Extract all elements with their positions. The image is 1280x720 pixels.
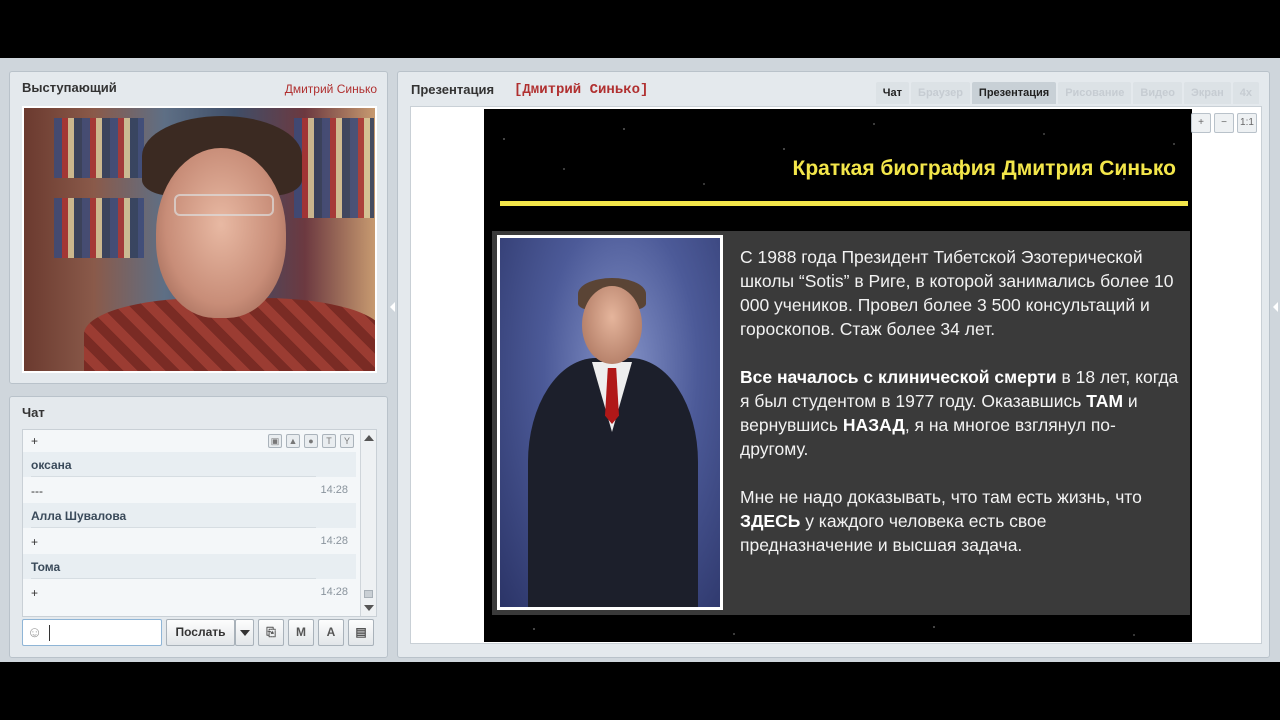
speaker-video[interactable] xyxy=(22,106,377,373)
chat-message-list[interactable]: ▣ ▲ ● T Y + оксана --- 14:28 Алла Шувало… xyxy=(22,429,377,617)
tab-video[interactable]: Видео xyxy=(1133,82,1182,104)
divider xyxy=(31,578,316,579)
chat-message-time: 14:28 xyxy=(320,535,348,547)
video-bookshelf xyxy=(54,118,144,178)
slide: Краткая биография Дмитрия Синько С 1988 … xyxy=(484,109,1192,642)
smiley-icon[interactable]: ☺ xyxy=(27,624,42,641)
zoom-out-icon[interactable]: − xyxy=(1214,113,1234,133)
speaker-name[interactable]: Дмитрий Синько xyxy=(285,82,377,96)
send-button[interactable]: Послать xyxy=(166,619,235,646)
collapse-left-handle[interactable] xyxy=(389,298,396,358)
chat-message-text: + xyxy=(31,586,39,600)
zoom-toolbar: + − 1:1 xyxy=(1191,113,1257,133)
slide-title-underline xyxy=(500,201,1188,206)
slide-paragraph-3: Мне не надо доказывать, что там есть жиз… xyxy=(740,485,1180,557)
chat-message-time: 14:28 xyxy=(320,484,348,496)
format-m-button[interactable]: M xyxy=(288,619,314,646)
chat-message-text: + xyxy=(31,535,39,549)
slide-paragraph-1: С 1988 года Президент Тибетской Эзотерич… xyxy=(740,247,1174,339)
chat-message-author: Алла Шувалова xyxy=(31,509,352,523)
tab-4x[interactable]: 4x xyxy=(1232,82,1259,104)
chat-scrollbar[interactable] xyxy=(360,430,376,616)
attach-icon[interactable]: ⎘ xyxy=(258,619,284,646)
video-person-glasses xyxy=(174,194,274,216)
presentation-title: Презентация xyxy=(411,82,495,97)
chat-message-input[interactable]: ☺ xyxy=(22,619,162,646)
presentation-panel: Презентация [Дмитрий Синько] Чат Браузер… xyxy=(397,71,1270,658)
tab-browser[interactable]: Браузер xyxy=(911,82,970,104)
chat-author-name[interactable]: оксана xyxy=(31,458,72,472)
photo-head xyxy=(582,286,642,364)
divider xyxy=(31,527,316,528)
tab-drawing[interactable]: Рисование xyxy=(1058,82,1132,104)
mode-tabs: Чат Браузер Презентация Рисование Видео … xyxy=(875,82,1259,104)
slide-text-span: Мне не надо доказывать, что там есть жиз… xyxy=(740,487,1142,507)
chat-author-name[interactable]: Тома xyxy=(31,560,60,574)
scroll-thumb[interactable] xyxy=(364,590,373,598)
zoom-in-icon[interactable]: + xyxy=(1191,113,1211,133)
chat-panel: Чат ▣ ▲ ● T Y + оксана --- 14:28 Алла Шу… xyxy=(9,396,388,658)
chat-message: + xyxy=(31,434,352,448)
slide-title: Краткая биография Дмитрия Синько xyxy=(792,157,1176,180)
video-bookshelf xyxy=(294,118,374,218)
presentation-canvas[interactable]: + − 1:1 Краткая биография Дмитрия Синько xyxy=(410,106,1262,644)
slide-text: С 1988 года Президент Тибетской Эзотерич… xyxy=(740,245,1180,581)
text-caret xyxy=(49,625,50,641)
slide-emphasis: Все началось с клинической смерти xyxy=(740,367,1057,387)
divider xyxy=(31,476,316,477)
chat-message: + 14:28 xyxy=(31,535,352,549)
chat-message-author: Тома xyxy=(31,560,352,574)
format-a-button[interactable]: A xyxy=(318,619,344,646)
chat-message-author: оксана xyxy=(31,458,352,472)
chat-message-text: + xyxy=(31,434,39,448)
zoom-reset-button[interactable]: 1:1 xyxy=(1237,113,1257,133)
presentation-owner: [Дмитрий Синько] xyxy=(514,82,649,98)
chat-message: --- 14:28 xyxy=(31,484,352,498)
chat-message: + 14:28 xyxy=(31,586,352,600)
chat-message-time: 14:28 xyxy=(320,586,348,598)
speaker-panel: Выступающий Дмитрий Синько xyxy=(9,71,388,384)
scroll-up-icon[interactable] xyxy=(364,435,374,441)
slide-paragraph-2: Все началось с клинической смерти в 18 л… xyxy=(740,365,1180,461)
webinar-app: Выступающий Дмитрий Синько Чат ▣ ▲ ● T Y… xyxy=(0,58,1280,662)
send-options-dropdown[interactable] xyxy=(235,619,254,646)
video-person-face xyxy=(156,148,286,318)
tab-screen[interactable]: Экран xyxy=(1183,82,1231,104)
chat-author-name[interactable]: Алла Шувалова xyxy=(31,509,126,523)
slide-emphasis: ЗДЕСЬ xyxy=(740,511,801,531)
video-bookshelf xyxy=(54,198,144,258)
slide-body: С 1988 года Президент Тибетской Эзотерич… xyxy=(492,231,1190,615)
speaker-panel-title: Выступающий xyxy=(22,80,117,95)
chat-message-text: --- xyxy=(31,484,43,498)
tab-presentation[interactable]: Презентация xyxy=(971,82,1057,104)
chat-panel-title: Чат xyxy=(22,405,45,420)
tab-chat[interactable]: Чат xyxy=(875,82,910,104)
portrait-photo xyxy=(497,235,723,610)
scroll-down-icon[interactable] xyxy=(364,605,374,611)
slide-emphasis: ТАМ xyxy=(1086,391,1124,411)
slide-emphasis: НАЗАД xyxy=(842,415,905,435)
save-icon[interactable]: ▤ xyxy=(348,619,374,646)
collapse-right-handle[interactable] xyxy=(1272,298,1279,358)
